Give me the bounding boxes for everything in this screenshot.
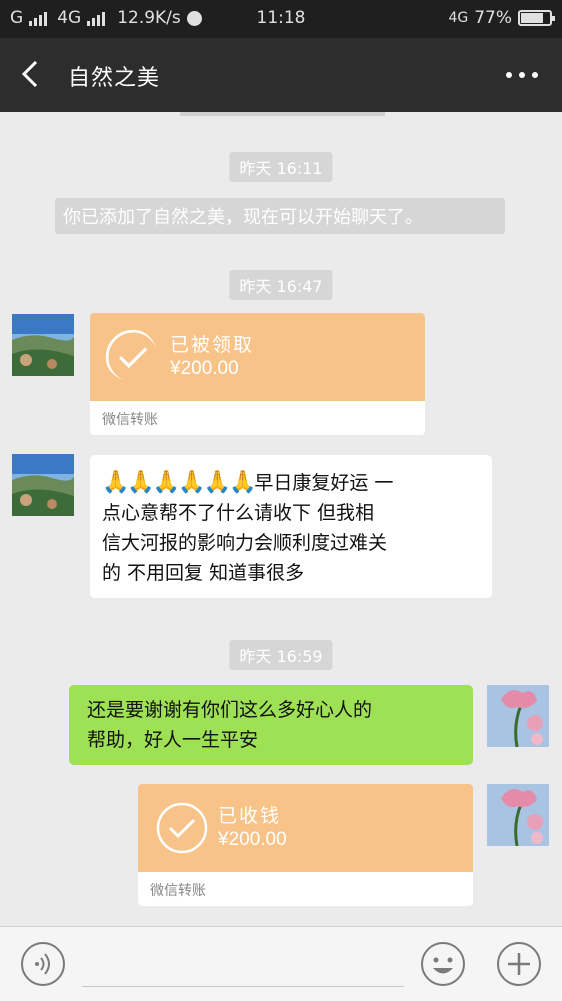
more-dots-icon[interactable] (504, 70, 540, 80)
message-line: 信大河报的影响力会顺利度过难关 (102, 532, 388, 554)
contact-avatar[interactable] (12, 314, 74, 376)
plus-icon[interactable] (496, 941, 542, 987)
my-avatar[interactable] (487, 784, 549, 846)
message-input[interactable] (82, 986, 404, 987)
voice-icon[interactable] (20, 941, 66, 987)
flower-avatar-image (487, 784, 549, 846)
message-line: 帮助，好人一生平安 (87, 729, 259, 751)
scroll-indicator (180, 112, 385, 116)
transfer-footer: 微信转账 (102, 412, 158, 428)
timestamp: 昨天 16:11 (229, 152, 333, 182)
transfer-amount: ¥200.00 (218, 829, 287, 850)
contact-avatar[interactable] (12, 454, 74, 516)
transfer-footer: 微信转账 (150, 883, 206, 899)
battery-icon (518, 10, 555, 26)
outgoing-text-message[interactable]: 还是要谢谢有你们这么多好心人的 帮助，好人一生平安 (69, 685, 473, 765)
landscape-avatar-image (12, 454, 74, 516)
transfer-card-received[interactable]: 已被领取 ¥200.00 微信转账 (90, 313, 425, 435)
timestamp: 昨天 16:47 (229, 270, 333, 300)
message-line: 还是要谢谢有你们这么多好心人的 (87, 699, 373, 721)
chevron-left-icon[interactable] (20, 60, 40, 88)
system-message: 你已添加了自然之美，现在可以开始聊天了。 (55, 198, 505, 234)
input-bar (0, 926, 562, 1001)
my-avatar[interactable] (487, 685, 549, 747)
check-circle-icon (105, 329, 157, 381)
check-circle-icon (156, 802, 208, 854)
battery-fill (521, 13, 543, 23)
flower-avatar-image (487, 685, 549, 747)
clock: 11:18 (256, 8, 306, 28)
chat-title: 自然之美 (68, 66, 161, 91)
message-line: 早日康复好运 一 (254, 472, 394, 494)
timestamp: 昨天 16:59 (229, 640, 333, 670)
transfer-status: 已被领取 (170, 334, 255, 356)
message-line: 点心意帮不了什么请收下 但我相 (102, 502, 375, 524)
landscape-avatar-image (12, 314, 74, 376)
message-line: 的 不用回复 知道事很多 (102, 562, 305, 584)
chat-header: 自然之美 (0, 38, 562, 112)
praying-hands-emoji: 🙏🙏🙏🙏🙏🙏 (102, 470, 256, 495)
smiley-icon[interactable] (420, 941, 466, 987)
transfer-amount: ¥200.00 (170, 358, 239, 379)
status-bar: G 4G 12.9K/s 11:18 4G 77% (0, 0, 562, 38)
incoming-text-message[interactable]: 🙏🙏🙏🙏🙏🙏早日康复好运 一 点心意帮不了什么请收下 但我相 信大河报的影响力会… (90, 455, 492, 598)
transfer-status: 已收钱 (218, 805, 282, 827)
battery-percent: 77% (474, 8, 512, 28)
network-type: 4G (448, 10, 469, 26)
transfer-card-collected[interactable]: 已收钱 ¥200.00 微信转账 (138, 784, 473, 906)
